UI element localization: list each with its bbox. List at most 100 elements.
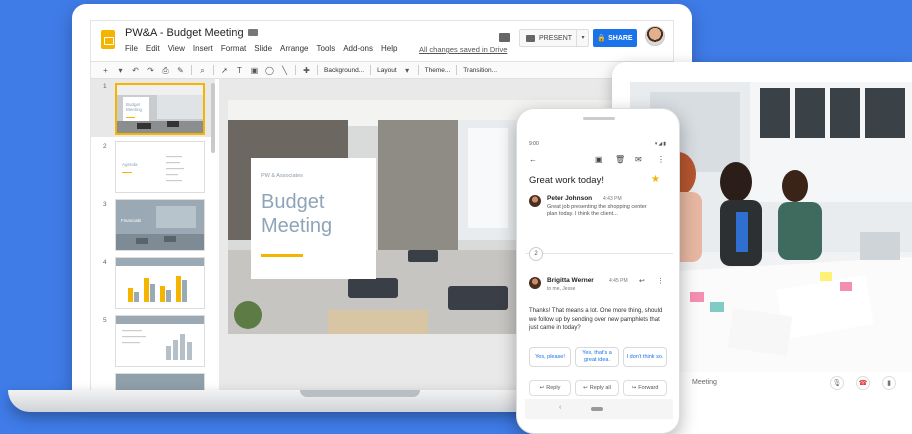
share-label: SHARE bbox=[608, 34, 633, 42]
paint-format-icon[interactable]: ✎ bbox=[176, 66, 185, 75]
slide-thumbnail-2[interactable]: Agenda bbox=[115, 141, 205, 193]
slide-filmstrip: 1 Budget Meeting 2 Agenda 3 Financials 4… bbox=[91, 79, 219, 391]
sender-name: Brigitta Werner bbox=[547, 277, 594, 284]
comment-icon[interactable] bbox=[499, 33, 510, 42]
menu-view[interactable]: View bbox=[168, 44, 185, 53]
redo-icon[interactable]: ↷ bbox=[146, 66, 155, 75]
reply-icon[interactable]: ↩ bbox=[639, 277, 645, 285]
forward-button[interactable]: ↪ Forward bbox=[623, 380, 667, 396]
reply-all-icon: ↩ bbox=[583, 385, 588, 391]
menu-edit[interactable]: Edit bbox=[146, 44, 160, 53]
theme-button[interactable]: Theme... bbox=[425, 67, 451, 74]
chevron-down-icon[interactable]: ▾ bbox=[116, 66, 125, 75]
chevron-down-icon[interactable]: ▾ bbox=[403, 66, 412, 75]
message-recipient[interactable]: to me, Jesse bbox=[547, 286, 575, 292]
menu-slide[interactable]: Slide bbox=[254, 44, 272, 53]
smart-reply-chip[interactable]: Yes, please! bbox=[529, 347, 571, 367]
undo-icon[interactable]: ↶ bbox=[131, 66, 140, 75]
transition-button[interactable]: Transition... bbox=[463, 67, 497, 74]
share-button[interactable]: 🔒 SHARE bbox=[593, 29, 637, 47]
zoom-icon[interactable]: ⌕ bbox=[198, 66, 207, 75]
delete-icon[interactable]: 🗑 bbox=[615, 155, 625, 164]
forward-label: Forward bbox=[638, 385, 659, 391]
slide-number: 2 bbox=[103, 143, 107, 150]
status-time: 9:00 bbox=[529, 141, 539, 147]
slide-thumbnail-1-title: Budget Meeting bbox=[126, 102, 143, 112]
slides-titlebar: PW&A - Budget Meeting ☆ File Edit View I… bbox=[91, 21, 673, 61]
status-bar: 9:00 ▾◢▮ bbox=[529, 141, 669, 147]
toolbar-divider bbox=[317, 65, 318, 75]
background-button[interactable]: Background... bbox=[324, 67, 364, 74]
slide-thumbnail-5-art bbox=[116, 316, 204, 366]
document-title[interactable]: PW&A - Budget Meeting bbox=[125, 27, 244, 39]
lock-icon: 🔒 bbox=[597, 35, 607, 42]
email-message[interactable]: Brigitta Werner 4:45 PM to me, Jesse ↩ ⋮ bbox=[529, 277, 669, 303]
menu-addons[interactable]: Add-ons bbox=[343, 44, 373, 53]
nav-home-pill[interactable] bbox=[591, 407, 603, 411]
reply-button[interactable]: ↩ Reply bbox=[529, 380, 571, 396]
slide-title[interactable]: Budget Meeting bbox=[261, 190, 371, 238]
menu-format[interactable]: Format bbox=[221, 44, 246, 53]
saved-status-link[interactable]: All changes saved in Drive bbox=[419, 45, 507, 54]
layout-button[interactable]: Layout bbox=[377, 67, 397, 74]
smart-reply-chip[interactable]: I don't think so. bbox=[623, 347, 667, 367]
comment-add-icon[interactable]: ✚ bbox=[302, 66, 311, 75]
slides-logo-icon[interactable] bbox=[101, 30, 115, 49]
shape-icon[interactable]: ◯ bbox=[265, 66, 274, 75]
sender-avatar bbox=[529, 277, 541, 289]
more-vert-icon[interactable]: ⋮ bbox=[657, 155, 665, 164]
back-arrow-icon[interactable]: ← bbox=[529, 155, 537, 164]
image-icon[interactable]: ▣ bbox=[250, 66, 259, 75]
email-toolbar: ← ▣ 🗑 ✉ ⋮ bbox=[529, 155, 669, 167]
toolbar-divider bbox=[295, 65, 296, 75]
menu-insert[interactable]: Insert bbox=[193, 44, 213, 53]
hang-up-icon[interactable]: ☎ bbox=[856, 376, 870, 390]
menu-file[interactable]: File bbox=[125, 44, 138, 53]
line-icon[interactable]: ╲ bbox=[280, 66, 289, 75]
present-label: PRESENT bbox=[539, 34, 573, 42]
menu-arrange[interactable]: Arrange bbox=[280, 44, 308, 53]
message-body: Thanks! That means a lot. One more thing… bbox=[529, 308, 663, 331]
new-slide-icon[interactable]: + bbox=[101, 66, 110, 75]
email-message[interactable]: Peter Johnson 4:43 PM Great job presenti… bbox=[529, 195, 669, 235]
folder-icon[interactable] bbox=[248, 29, 258, 36]
present-dropdown-caret[interactable]: ▾ bbox=[576, 29, 589, 47]
smart-reply-chip[interactable]: Yes, that's a great idea. bbox=[575, 347, 619, 367]
archive-icon[interactable]: ▣ bbox=[595, 155, 603, 164]
slide-thumbnail-2-art bbox=[116, 142, 204, 192]
account-avatar[interactable] bbox=[645, 26, 665, 46]
slide-thumbnail-2-title: Agenda bbox=[122, 162, 138, 167]
signal-battery-icon: ▾◢▮ bbox=[654, 141, 667, 147]
menu-tools[interactable]: Tools bbox=[317, 44, 336, 53]
text-box-icon[interactable]: T bbox=[235, 66, 244, 75]
collapsed-messages-count[interactable]: 2 bbox=[529, 247, 543, 261]
nav-back-icon[interactable]: ‹ bbox=[559, 404, 561, 411]
slide-thumbnail-4-art bbox=[116, 258, 204, 308]
sender-name: Peter Johnson bbox=[547, 195, 593, 202]
menu-bar: File Edit View Insert Format Slide Arran… bbox=[125, 44, 405, 53]
camera-icon[interactable]: ▮ bbox=[882, 376, 896, 390]
title-card[interactable]: PW & Associates Budget Meeting bbox=[251, 158, 376, 279]
microphone-icon[interactable]: 🎙 bbox=[830, 376, 844, 390]
email-subject: Great work today! bbox=[529, 175, 604, 186]
star-icon[interactable]: ☆ bbox=[233, 26, 243, 39]
slide-thumbnail-4[interactable] bbox=[115, 257, 205, 309]
slide-thumbnail-3-art bbox=[116, 200, 204, 250]
slide-thumbnail-5[interactable] bbox=[115, 315, 205, 367]
select-icon[interactable]: ➚ bbox=[220, 66, 229, 75]
menu-help[interactable]: Help bbox=[381, 44, 397, 53]
thread-divider bbox=[525, 253, 673, 254]
slide-number: 5 bbox=[103, 317, 107, 324]
toolbar-divider bbox=[191, 65, 192, 75]
slide-thumbnail-1[interactable]: Budget Meeting bbox=[115, 83, 205, 135]
star-icon[interactable]: ★ bbox=[651, 174, 660, 185]
print-icon[interactable]: ⎙ bbox=[161, 66, 170, 75]
filmstrip-scrollbar[interactable] bbox=[211, 83, 215, 153]
slide-number: 3 bbox=[103, 201, 107, 208]
meeting-label: Meeting bbox=[692, 379, 717, 386]
reply-label: Reply bbox=[546, 385, 561, 391]
reply-all-button[interactable]: ↩ Reply all bbox=[575, 380, 619, 396]
slide-thumbnail-3[interactable]: Financials bbox=[115, 199, 205, 251]
mail-icon[interactable]: ✉ bbox=[635, 155, 642, 164]
more-vert-icon[interactable]: ⋮ bbox=[657, 277, 664, 285]
